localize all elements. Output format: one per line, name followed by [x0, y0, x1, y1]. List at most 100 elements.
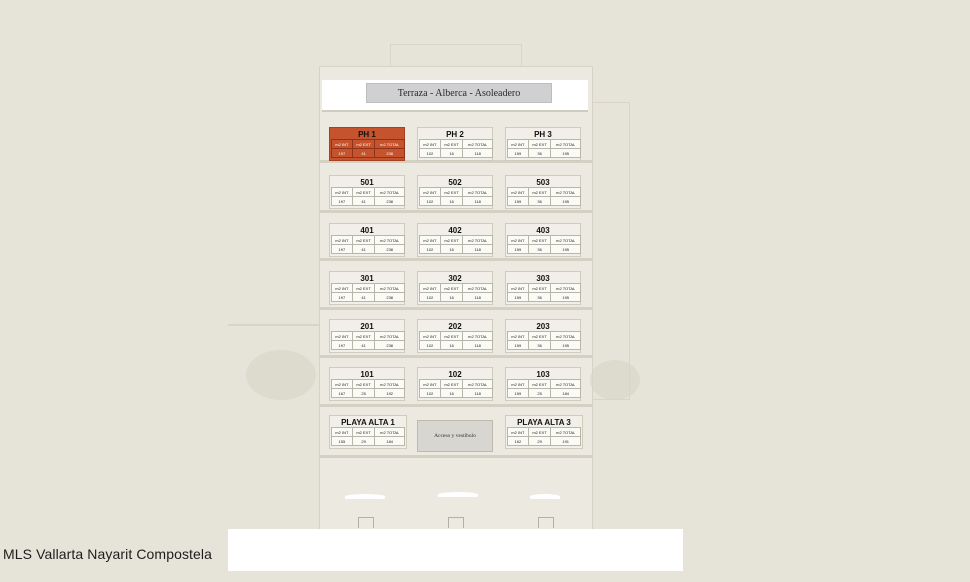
area-header-cell: m2 EXT — [439, 283, 464, 293]
area-header-cell: m2 EXT — [527, 187, 552, 197]
area-table: m2 INT m2 EXT m2 TOTAL 162 29 191 — [507, 427, 581, 446]
area-header-cell: m2 INT — [507, 235, 529, 245]
area-value-cell: 102 — [419, 292, 441, 302]
unit-card[interactable]: 202 m2 INT m2 EXT m2 TOTAL 102 16 118 — [417, 319, 493, 353]
umbrella-icon — [530, 494, 560, 499]
area-value-cell: 16 — [439, 292, 464, 302]
area-header-cell: m2 TOTAL — [462, 187, 493, 197]
unit-card[interactable]: 401 m2 INT m2 EXT m2 TOTAL 197 41 238 — [329, 223, 405, 257]
unit-card[interactable]: 203 m2 INT m2 EXT m2 TOTAL 159 36 195 — [505, 319, 581, 353]
unit-card[interactable]: 501 m2 INT m2 EXT m2 TOTAL 197 41 238 — [329, 175, 405, 209]
area-value-cell: 36 — [527, 196, 552, 206]
unit-number: 403 — [536, 226, 550, 235]
area-value-cell: 16 — [439, 148, 464, 158]
area-table: m2 INT m2 EXT m2 TOTAL 159 36 195 — [507, 139, 581, 158]
area-value-cell: 238 — [374, 196, 405, 206]
area-header-cell: m2 EXT — [439, 235, 464, 245]
area-value-cell: 102 — [419, 340, 441, 350]
unit-number: 302 — [448, 274, 462, 283]
area-value-cell: 16 — [439, 340, 464, 350]
area-value-cell: 41 — [351, 148, 376, 158]
area-header-cell: m2 EXT — [351, 331, 376, 341]
area-value-cell: 159 — [507, 244, 529, 254]
area-value-cell: 36 — [527, 244, 552, 254]
area-value-cell: 159 — [507, 196, 529, 206]
lobby-label: Acceso y vestíbulo — [417, 420, 493, 452]
unit-card[interactable]: 502 m2 INT m2 EXT m2 TOTAL 102 16 118 — [417, 175, 493, 209]
floor-slab — [319, 210, 593, 213]
area-header-cell: m2 INT — [419, 379, 441, 389]
unit-card[interactable]: PH 1 m2 INT m2 EXT m2 TOTAL 197 41 238 — [329, 127, 405, 161]
area-header-cell: m2 TOTAL — [550, 235, 581, 245]
area-header-cell: m2 EXT — [527, 283, 552, 293]
unit-card[interactable]: PLAYA ALTA 1 m2 INT m2 EXT m2 TOTAL 155 29 184 — [329, 415, 407, 449]
unit-number: 202 — [448, 322, 462, 331]
area-table: m2 INT m2 EXT m2 TOTAL 102 16 118 — [419, 283, 493, 302]
area-value-cell: 118 — [462, 244, 493, 254]
table-icon — [538, 517, 554, 528]
area-header-cell: m2 EXT — [351, 235, 376, 245]
unit-card[interactable]: 201 m2 INT m2 EXT m2 TOTAL 197 41 238 — [329, 319, 405, 353]
area-value-cell: 159 — [507, 340, 529, 350]
area-table: m2 INT m2 EXT m2 TOTAL 197 41 238 — [331, 235, 405, 254]
area-header-cell: m2 TOTAL — [374, 235, 405, 245]
area-header-cell: m2 TOTAL — [462, 283, 493, 293]
area-header-cell: m2 TOTAL — [550, 283, 581, 293]
unit-card[interactable]: 301 m2 INT m2 EXT m2 TOTAL 197 41 238 — [329, 271, 405, 305]
area-table: m2 INT m2 EXT m2 TOTAL 159 25 184 — [507, 379, 581, 398]
area-value-cell: 191 — [550, 436, 581, 446]
unit-card[interactable]: 403 m2 INT m2 EXT m2 TOTAL 159 36 195 — [505, 223, 581, 257]
area-header-cell: m2 INT — [331, 331, 353, 341]
area-table: m2 INT m2 EXT m2 TOTAL 167 25 192 — [331, 379, 405, 398]
umbrella-icon — [438, 492, 478, 497]
area-header-cell: m2 EXT — [527, 427, 552, 437]
unit-card[interactable]: PH 2 m2 INT m2 EXT m2 TOTAL 102 16 118 — [417, 127, 493, 161]
area-value-cell: 195 — [550, 340, 581, 350]
unit-number: PH 2 — [446, 130, 464, 139]
area-header-cell: m2 EXT — [439, 139, 464, 149]
palm-tree-icon — [246, 350, 316, 400]
area-header-cell: m2 INT — [331, 379, 353, 389]
unit-card[interactable]: 101 m2 INT m2 EXT m2 TOTAL 167 25 192 — [329, 367, 405, 401]
area-header-cell: m2 TOTAL — [550, 379, 581, 389]
unit-number: 502 — [448, 178, 462, 187]
palm-tree-icon — [590, 360, 640, 400]
area-header-cell: m2 EXT — [527, 379, 552, 389]
area-value-cell: 159 — [507, 388, 529, 398]
area-header-cell: m2 INT — [507, 379, 529, 389]
area-header-cell: m2 TOTAL — [550, 427, 581, 437]
area-value-cell: 118 — [462, 340, 493, 350]
unit-card[interactable]: 103 m2 INT m2 EXT m2 TOTAL 159 25 184 — [505, 367, 581, 401]
area-value-cell: 102 — [419, 244, 441, 254]
area-value-cell: 29 — [527, 436, 552, 446]
area-value-cell: 29 — [351, 436, 376, 446]
area-value-cell: 197 — [331, 292, 353, 302]
unit-card[interactable]: 402 m2 INT m2 EXT m2 TOTAL 102 16 118 — [417, 223, 493, 257]
area-header-cell: m2 TOTAL — [550, 187, 581, 197]
unit-card[interactable]: 302 m2 INT m2 EXT m2 TOTAL 102 16 118 — [417, 271, 493, 305]
unit-card[interactable]: 303 m2 INT m2 EXT m2 TOTAL 159 36 195 — [505, 271, 581, 305]
area-table: m2 INT m2 EXT m2 TOTAL 197 41 238 — [331, 139, 405, 158]
area-value-cell: 41 — [351, 292, 376, 302]
area-header-cell: m2 INT — [507, 331, 529, 341]
unit-card[interactable]: PLAYA ALTA 3 m2 INT m2 EXT m2 TOTAL 162 29 191 — [505, 415, 583, 449]
floor-slab — [319, 307, 593, 310]
area-header-cell: m2 EXT — [527, 139, 552, 149]
unit-card[interactable]: PH 3 m2 INT m2 EXT m2 TOTAL 159 36 195 — [505, 127, 581, 161]
area-header-cell: m2 EXT — [351, 379, 376, 389]
area-value-cell: 102 — [419, 148, 441, 158]
area-header-cell: m2 INT — [507, 139, 529, 149]
area-value-cell: 197 — [331, 148, 353, 158]
area-header-cell: m2 TOTAL — [374, 331, 405, 341]
area-value-cell: 118 — [462, 388, 493, 398]
unit-card[interactable]: 102 m2 INT m2 EXT m2 TOTAL 102 16 118 — [417, 367, 493, 401]
terrace-label: Terraza - Alberca - Asoleadero — [366, 83, 552, 103]
unit-number: 301 — [360, 274, 374, 283]
area-header-cell: m2 INT — [419, 331, 441, 341]
unit-card[interactable]: 503 m2 INT m2 EXT m2 TOTAL 159 36 195 — [505, 175, 581, 209]
area-table: m2 INT m2 EXT m2 TOTAL 102 16 118 — [419, 235, 493, 254]
area-value-cell: 195 — [550, 244, 581, 254]
area-value-cell: 159 — [507, 292, 529, 302]
area-header-cell: m2 EXT — [527, 331, 552, 341]
area-value-cell: 16 — [439, 196, 464, 206]
